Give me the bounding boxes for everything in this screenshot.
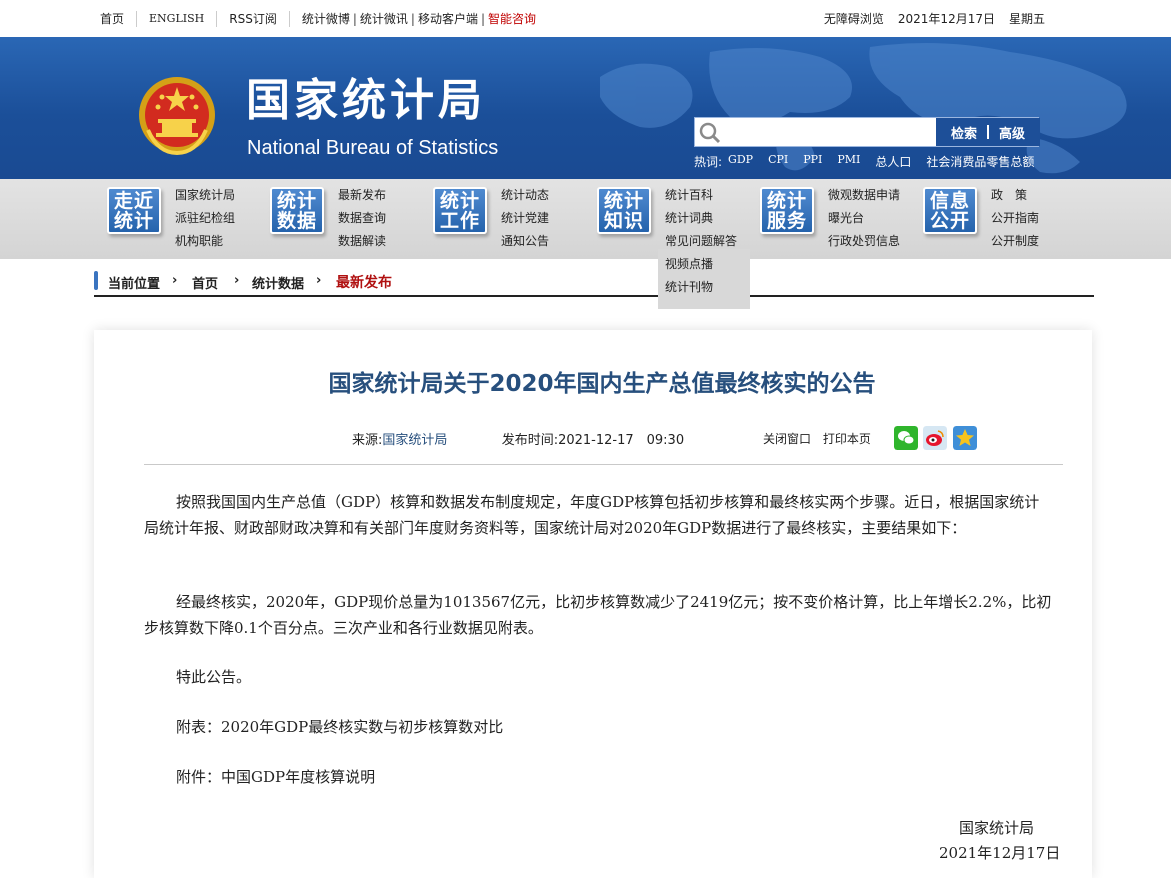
attachment-doc-link[interactable]: 附件：中国GDP年度核算说明 [144,764,1054,790]
wechat-link[interactable]: 统计微讯 [360,10,408,27]
home-link[interactable]: 首页 [100,10,124,27]
mobile-client-link[interactable]: 移动客户端 [418,10,478,27]
nav-link[interactable]: 公开指南 [991,210,1039,233]
attachment-table-link[interactable]: 附表：2020年GDP最终核实数与初步核算数对比 [144,714,1054,740]
nav-link[interactable]: 派驻纪检组 [175,210,235,233]
hot-word-link[interactable]: PMI [837,153,860,170]
chevron-right-icon: › [316,273,322,288]
publish-time-label: 发布时间: [501,433,559,448]
article-panel: 国家统计局关于2020年国内生产总值最终核实的公告 来源:国家统计局 发布时间:… [94,330,1092,878]
breadcrumb-home[interactable]: 首页 [192,273,218,292]
pipe-divider: | [410,11,415,26]
national-emblem-icon [139,77,215,156]
english-link[interactable]: ENGLISH [149,12,204,25]
accessible-browse-link[interactable]: 无障碍浏览 [824,10,884,27]
divider [216,10,218,27]
hot-words: 热词: GDP CPI PPI PMI 总人口 社会消费品零售总额 [694,153,1049,170]
top-utility-bar: 首页 ENGLISH RSS订阅 统计微博 | 统计微讯 | 移动客户端 | 智… [0,0,1171,37]
source-label: 来源: [352,433,383,448]
header-banner: 国家统计局 National Bureau of Statistics 检索 高… [0,37,1171,179]
nav-tile-about[interactable]: 走近 统计 [107,187,161,234]
source-link[interactable]: 国家统计局 [382,433,447,448]
nav-link[interactable]: 微观数据申请 [828,187,900,210]
current-weekday: 星期五 [1008,12,1045,26]
nav-link[interactable]: 数据查询 [338,210,386,233]
advanced-search-button[interactable]: 高级 [999,123,1025,142]
nav-link[interactable]: 最新发布 [338,187,386,210]
main-navigation: 走近 统计 国家统计局 派驻纪检组 机构职能 统计 数据 最新发布 数据查询 数据解… [0,179,1171,259]
print-page-button[interactable]: 打印本页 [823,432,871,446]
current-date: 2021年12月17日 [897,12,995,26]
nav-tile-work[interactable]: 统计 工作 [433,187,487,234]
hot-word-link[interactable]: PPI [803,153,822,170]
article-tools: 关闭窗口 打印本页 [763,430,879,447]
nav-link[interactable]: 统计党建 [501,210,549,233]
nav-link[interactable]: 曝光台 [828,210,900,233]
breadcrumb-current[interactable]: 最新发布 [336,272,392,292]
hot-word-link[interactable]: 社会消费品零售总额 [926,153,1034,170]
nav-tile-disclosure[interactable]: 信息 公开 [923,187,977,234]
article-sign-date: 2021年12月17日 [939,844,1061,862]
article-divider [144,464,1063,465]
wechat-share-icon[interactable] [894,426,918,450]
site-title-chinese[interactable]: 国家统计局 [246,77,486,125]
nav-tile-knowledge[interactable]: 统计 知识 [597,187,651,234]
divider [987,125,989,139]
pipe-divider: | [480,11,486,26]
nav-link[interactable]: 国家统计局 [175,187,235,210]
chevron-right-icon: › [172,273,178,288]
nav-link[interactable]: 公开制度 [991,233,1039,256]
pipe-divider: | [352,11,357,26]
article-paragraph: 特此公告。 [176,668,252,686]
nav-link[interactable]: 统计词典 [665,210,737,233]
breadcrumb-stats-data[interactable]: 统计数据 [252,273,304,292]
article-signature: 国家统计局 [959,819,1035,837]
article-paragraph: 经最终核实，2020年，GDP现价总量为1013567亿元，比初步核算数减少了2… [144,593,1052,637]
qzone-share-icon[interactable] [953,426,977,450]
divider [136,10,138,27]
site-title-english[interactable]: National Bureau of Statistics [247,137,498,160]
nav-link[interactable]: 机构职能 [175,233,235,256]
hot-word-link[interactable]: GDP [728,153,753,170]
close-window-button[interactable]: 关闭窗口 [763,432,811,446]
breadcrumb-marker [94,271,98,290]
dropdown-item[interactable]: 统计刊物 [665,278,750,301]
search-input[interactable] [725,120,930,144]
nav-link[interactable]: 通知公告 [501,233,549,256]
nav-link[interactable]: 行政处罚信息 [828,233,900,256]
hot-word-link[interactable]: CPI [768,153,788,170]
search-bar: 检索 高级 [694,117,1040,147]
nav-dropdown-menu: 视频点播 统计刊物 [658,249,750,309]
article-title: 国家统计局关于2020年国内生产总值最终核实的公告 [328,371,876,397]
breadcrumb: 当前位置 › 首页 › 统计数据 › 最新发布 [94,270,1094,297]
search-button[interactable]: 检索 [951,123,977,142]
weibo-link[interactable]: 统计微博 [302,10,350,27]
article-paragraph: 按照我国国内生产总值（GDP）核算和数据发布制度规定，年度GDP核算包括初步核算… [144,493,1040,537]
nav-link[interactable]: 政 策 [991,187,1039,210]
hot-word-link[interactable]: 总人口 [875,153,911,170]
dropdown-item[interactable]: 视频点播 [665,255,750,278]
breadcrumb-label: 当前位置 [108,277,161,292]
search-buttons: 检索 高级 [936,118,1040,146]
nav-link[interactable]: 统计动态 [501,187,549,210]
chevron-right-icon: › [234,273,240,288]
nav-tile-service[interactable]: 统计 服务 [760,187,814,234]
divider [288,10,290,27]
nav-tile-data[interactable]: 统计 数据 [270,187,324,234]
article-meta: 来源:国家统计局 发布时间:2021-12-17 09:30 [352,429,684,448]
publish-time: 2021-12-17 09:30 [558,433,685,448]
nav-link[interactable]: 统计百科 [665,187,737,210]
nav-link[interactable]: 数据解读 [338,233,386,256]
hot-words-label: 热词: [694,155,723,169]
rss-link[interactable]: RSS订阅 [229,10,277,27]
smart-consult-link[interactable]: 智能咨询 [488,10,536,27]
search-icon [699,122,721,144]
weibo-share-icon[interactable] [923,426,947,450]
